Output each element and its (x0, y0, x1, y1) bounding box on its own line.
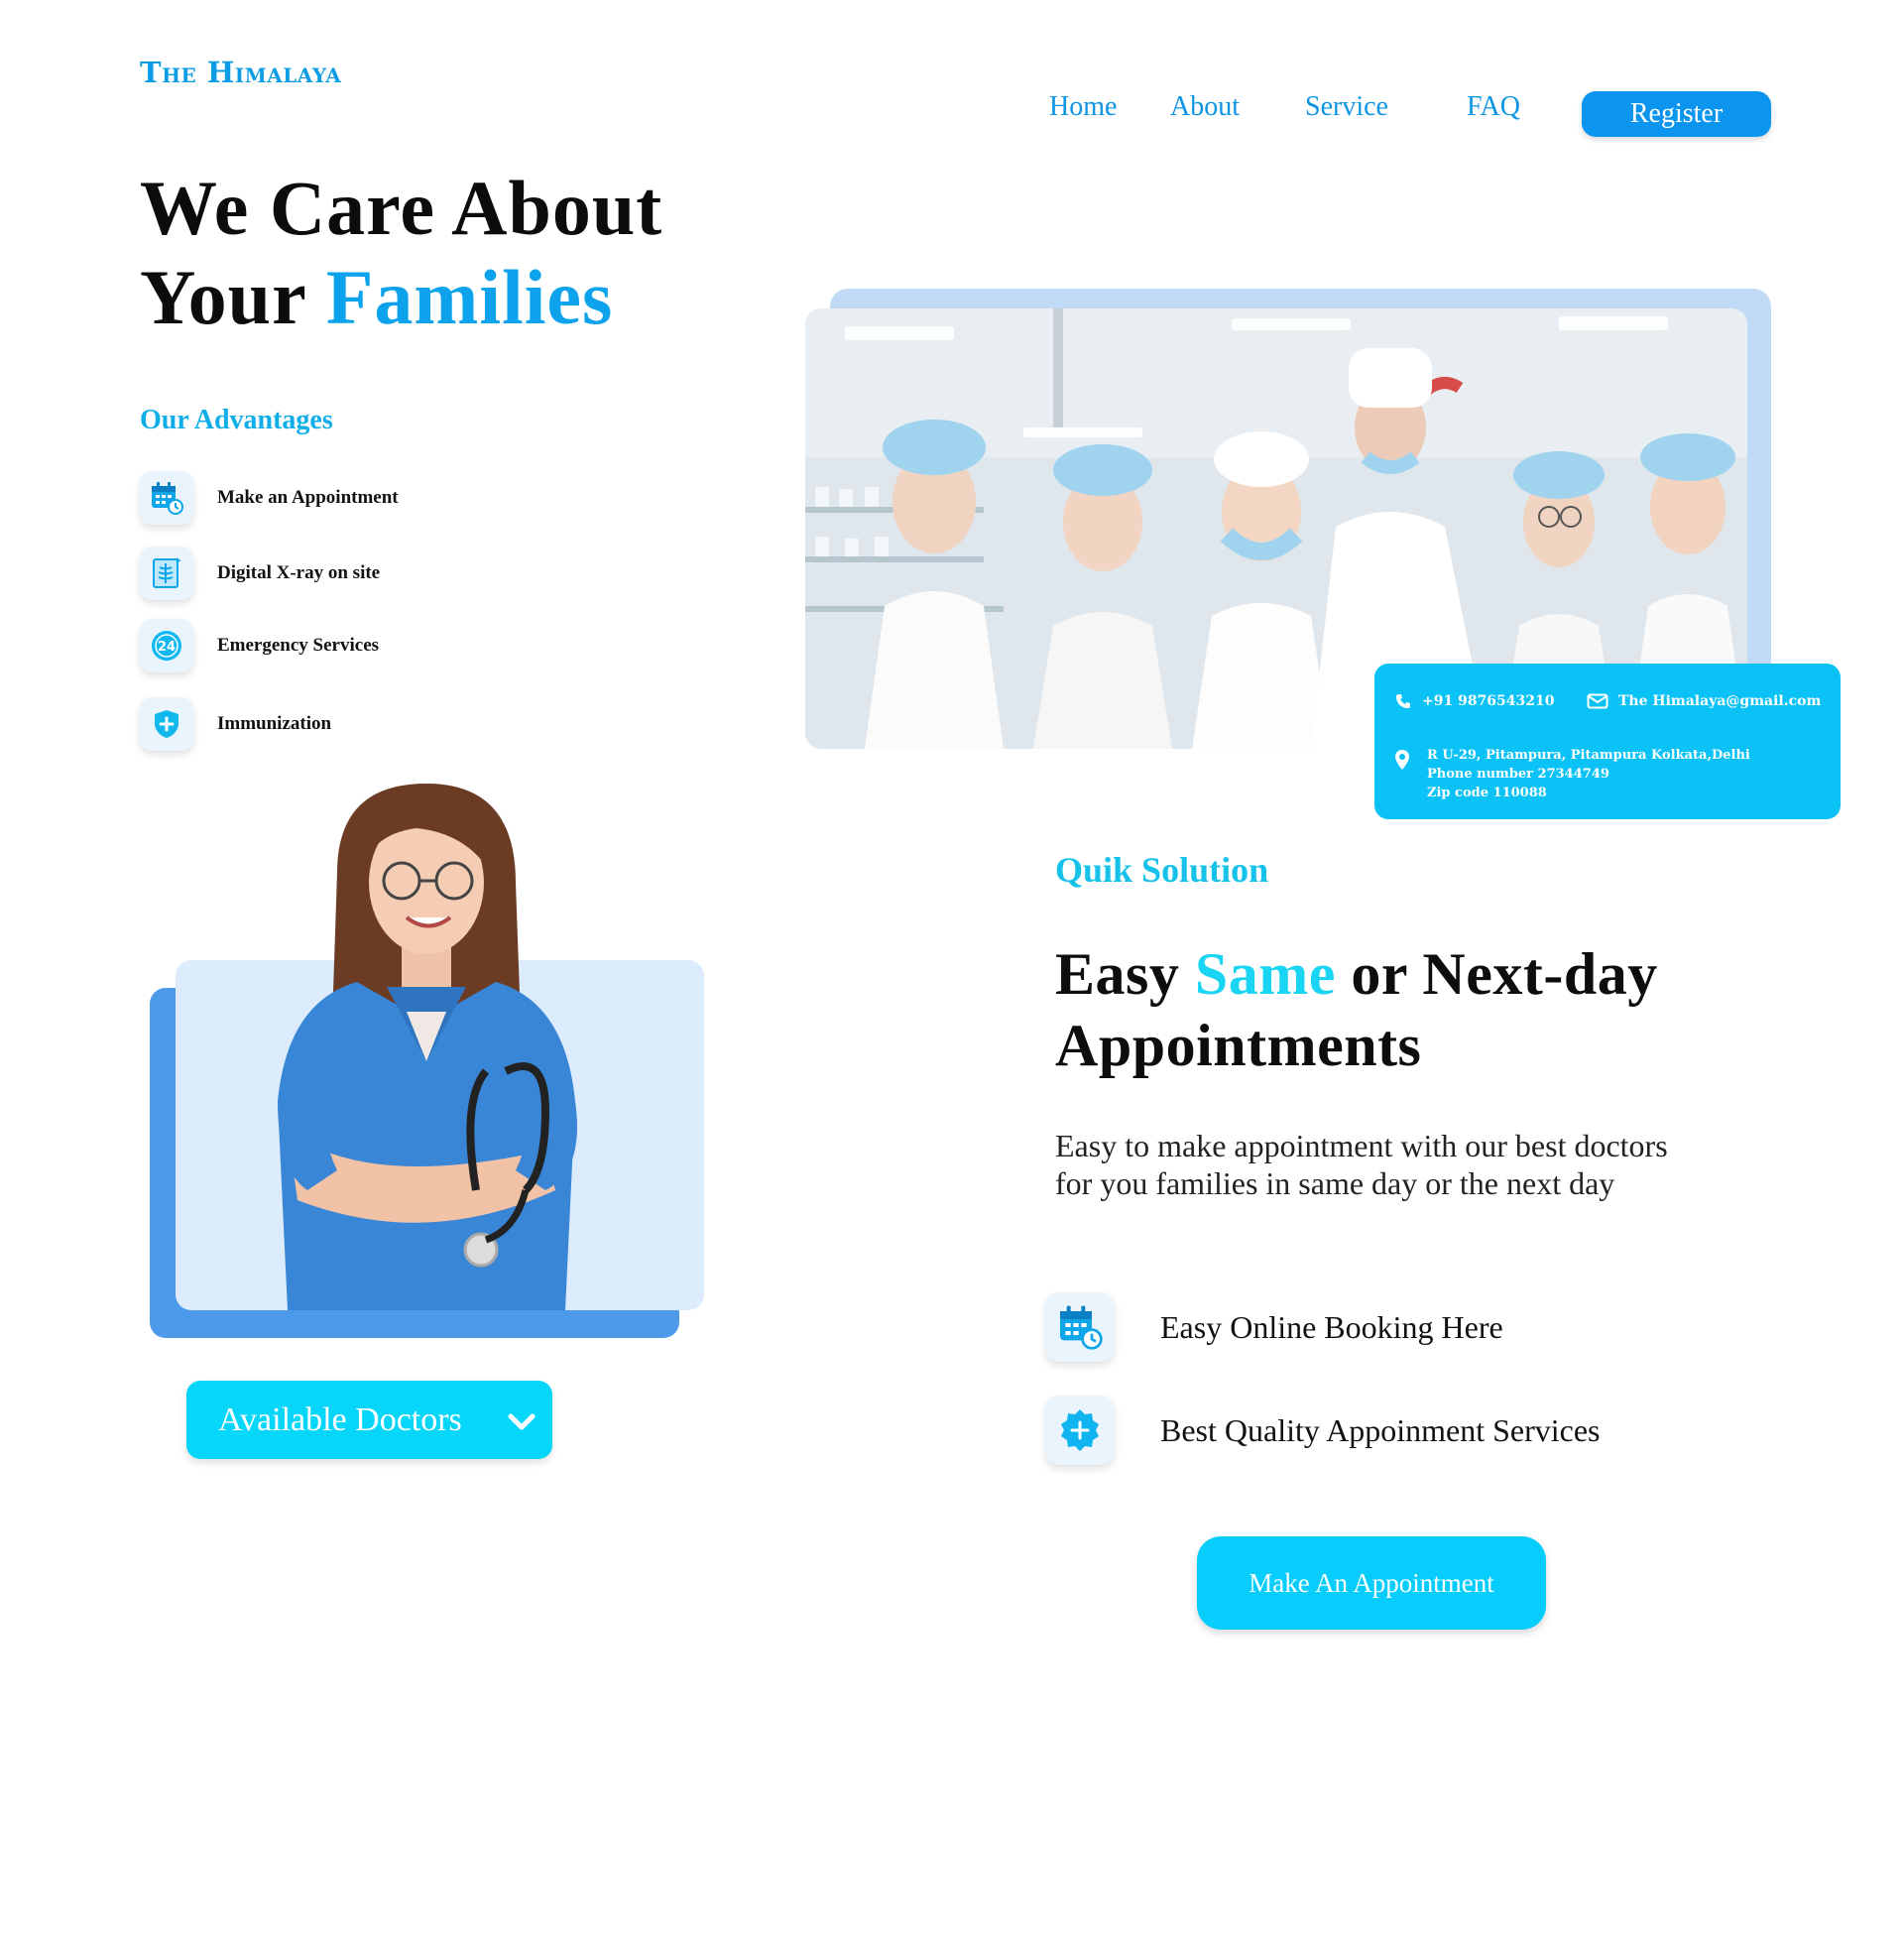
title-part-2: or Next-day (1335, 941, 1658, 1007)
xray-icon (140, 547, 193, 600)
advantages-heading: Our Advantages (140, 405, 333, 435)
solution-title-line-2: Appointments (1055, 1013, 1422, 1078)
hero-line-1: We Care About (140, 165, 663, 251)
contact-card: +91 9876543210 The Himalaya@gmail.com R … (1374, 664, 1841, 819)
calendar-clock-icon (140, 471, 193, 525)
feature-quality-services[interactable]: Best Quality Appoinment Services (1045, 1396, 1601, 1465)
title-part-1: Easy (1055, 941, 1195, 1007)
advantage-label: Make an Appointment (217, 487, 399, 508)
available-doctors-label: Available Doctors (218, 1401, 462, 1438)
plus-badge-icon (1045, 1396, 1115, 1465)
available-doctors-dropdown[interactable]: Available Doctors (186, 1381, 552, 1459)
make-appointment-button[interactable]: Make An Appointment (1197, 1536, 1546, 1630)
svg-text:24: 24 (158, 640, 176, 655)
hero-title: We Care About Your Families (140, 164, 662, 342)
address-line-2: Phone number 27344749 (1427, 767, 1609, 782)
contact-phone-text: +91 9876543210 (1422, 693, 1555, 709)
hero-line-2-plain: Your (140, 254, 326, 340)
advantage-item-immunization[interactable]: Immunization (140, 697, 331, 751)
24-hours-icon: 24 (140, 619, 193, 672)
solution-description: Easy to make appointment with our best d… (1055, 1127, 1749, 1202)
feature-label: Best Quality Appoinment Services (1160, 1411, 1601, 1448)
description-line-2: for you families in same day or the next… (1055, 1165, 1615, 1201)
advantage-label: Digital X-ray on site (217, 562, 381, 583)
advantage-item-emergency[interactable]: 24 Emergency Services (140, 619, 379, 672)
nav-home[interactable]: Home (1049, 91, 1117, 123)
contact-email[interactable]: The Himalaya@gmail.com (1587, 692, 1821, 710)
chevron-down-icon (508, 1413, 536, 1430)
mail-icon (1587, 693, 1608, 709)
address-line-1: R U-29, Pitampura, Pitampura Kolkata,Del… (1427, 748, 1750, 763)
calendar-clock-icon (1045, 1292, 1115, 1362)
advantage-label: Emergency Services (217, 635, 380, 656)
contact-phone[interactable]: +91 9876543210 (1394, 692, 1555, 710)
location-pin-icon (1395, 750, 1409, 770)
solution-kicker: Quik Solution (1055, 850, 1269, 890)
address-line-3: Zip code 110088 (1427, 786, 1547, 800)
hero-line-2: Your Families (140, 253, 662, 342)
title-accent: Same (1194, 941, 1336, 1007)
doctor-illustration (248, 774, 605, 1310)
contact-email-text: The Himalaya@gmail.com (1618, 693, 1822, 709)
hero-line-2-accent: Families (325, 254, 614, 340)
contact-address: R U-29, Pitampura, Pitampura Kolkata,Del… (1427, 746, 1750, 802)
nav-about[interactable]: About (1170, 91, 1240, 123)
solution-title: Easy Same or Next-day Appointments (1055, 938, 1658, 1081)
phone-icon (1396, 694, 1410, 708)
advantage-label: Immunization (217, 713, 332, 734)
solution-title-line-1: Easy Same or Next-day (1055, 938, 1658, 1010)
brand-logo[interactable]: The Himalaya (140, 56, 341, 89)
feature-online-booking[interactable]: Easy Online Booking Here (1045, 1292, 1503, 1362)
register-button[interactable]: Register (1582, 91, 1771, 137)
nav-faq[interactable]: FAQ (1467, 91, 1520, 123)
advantage-item-appointment[interactable]: Make an Appointment (140, 471, 399, 525)
description-line-1: Easy to make appointment with our best d… (1055, 1128, 1668, 1163)
nav-service[interactable]: Service (1305, 91, 1388, 123)
advantage-item-xray[interactable]: Digital X-ray on site (140, 547, 380, 600)
feature-label: Easy Online Booking Here (1160, 1308, 1503, 1345)
shield-plus-icon (140, 697, 193, 751)
